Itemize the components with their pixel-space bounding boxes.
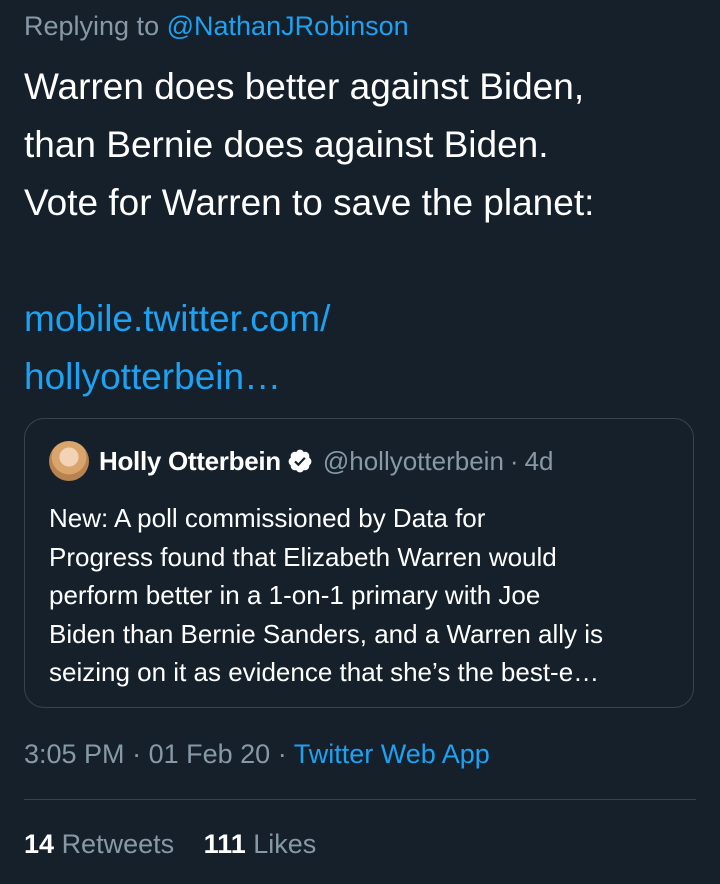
tweet-source-link[interactable]: Twitter Web App xyxy=(294,739,490,769)
tweet-text-line: than Bernie does against Biden. xyxy=(24,124,549,165)
meta-separator: · xyxy=(277,739,287,769)
likes-label: Likes xyxy=(253,829,317,859)
quoted-text-line: perform better in a 1-on-1 primary with … xyxy=(49,580,541,610)
retweets-count: 14 xyxy=(24,829,55,859)
quoted-text-line: seizing on it as evidence that she’s the… xyxy=(49,657,600,687)
meta-separator: · xyxy=(509,445,519,476)
engagement-stats: 14 Retweets 111 Likes xyxy=(24,826,338,862)
likes-stat[interactable]: 111 Likes xyxy=(204,829,317,859)
tweet-link[interactable]: hollyotterbein… xyxy=(24,348,704,406)
tweet-timestamp: 3:05 PM · 01 Feb 20 · Twitter Web App xyxy=(24,736,490,772)
quoted-tweet-header: Holly Otterbein @hollyotterbein · 4d xyxy=(49,439,554,483)
tweet-text-line: Vote for Warren to save the planet: xyxy=(24,182,595,223)
replying-to: Replying to @NathanJRobinson xyxy=(24,8,409,44)
tweet-text-line: Warren does better against Biden, xyxy=(24,66,585,107)
divider xyxy=(24,799,696,800)
quoted-text-line: Biden than Bernie Sanders, and a Warren … xyxy=(49,618,604,649)
quoted-text-line: Progress found that Elizabeth Warren wou… xyxy=(49,541,557,572)
likes-count: 111 xyxy=(203,829,246,859)
tweet-time: 3:05 PM xyxy=(24,739,125,769)
quoted-text-line: New: A poll commissioned by Data for xyxy=(49,503,486,533)
quoted-tweet-text: New: A poll commissioned by Data for Pro… xyxy=(49,499,679,692)
replying-to-label: Replying to xyxy=(24,11,160,41)
meta-separator: · xyxy=(132,739,142,769)
tweet-link[interactable]: mobile.twitter.com/ xyxy=(24,290,704,348)
reply-handle-link[interactable]: @NathanJRobinson xyxy=(167,11,409,41)
quoted-author-name[interactable]: Holly Otterbein xyxy=(99,446,281,477)
retweets-label: Retweets xyxy=(61,829,175,859)
verified-badge-icon xyxy=(288,449,312,473)
quoted-author-handle: @hollyotterbein xyxy=(322,445,504,476)
avatar[interactable] xyxy=(49,441,89,481)
retweets-stat[interactable]: 14 Retweets xyxy=(24,829,182,859)
quoted-tweet-age: 4d xyxy=(524,445,554,476)
tweet-date: 01 Feb 20 xyxy=(148,739,271,769)
quoted-tweet-card[interactable]: Holly Otterbein @hollyotterbein · 4d New… xyxy=(24,418,694,708)
tweet-text: Warren does better against Biden, than B… xyxy=(24,58,704,406)
